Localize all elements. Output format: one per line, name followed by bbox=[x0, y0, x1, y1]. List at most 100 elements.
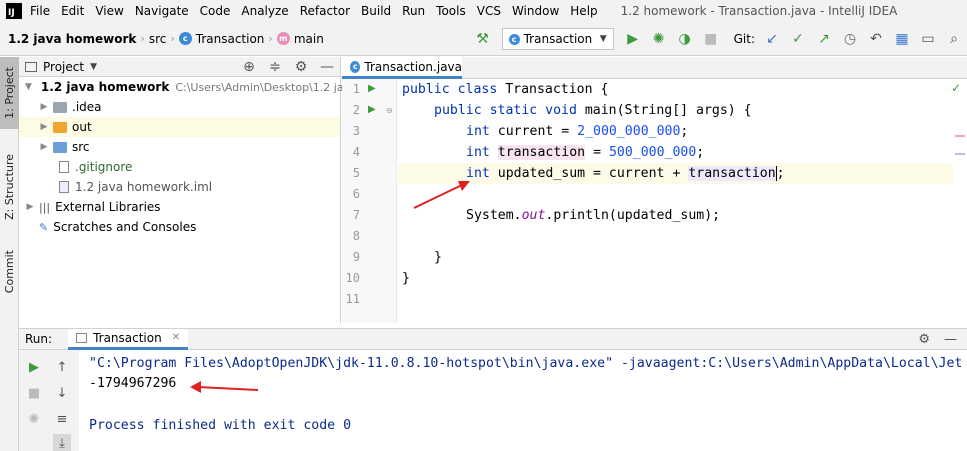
hide-icon[interactable]: — bbox=[316, 56, 338, 78]
rollback-icon[interactable]: ↶ bbox=[865, 28, 887, 50]
menu-tools[interactable]: Tools bbox=[436, 4, 466, 18]
breadcrumb-src[interactable]: src bbox=[149, 32, 167, 46]
scroll-to-end-icon[interactable]: ⤓ bbox=[53, 434, 71, 451]
tool-tab-structure[interactable]: Z: Structure bbox=[0, 147, 19, 227]
project-panel-header: Project ▼ ⊕ ≑ ⚙ — bbox=[19, 57, 340, 77]
chevron-right-icon[interactable]: ▶ bbox=[39, 122, 49, 132]
stop-icon[interactable]: ■ bbox=[700, 28, 722, 50]
project-panel-title[interactable]: Project bbox=[43, 60, 84, 74]
menu-view[interactable]: View bbox=[95, 4, 123, 18]
menu-refactor[interactable]: Refactor bbox=[300, 4, 350, 18]
collapse-all-icon[interactable]: ≑ bbox=[264, 56, 286, 78]
tool-tab-commit[interactable]: Commit bbox=[0, 242, 19, 302]
code-text: Transaction { bbox=[497, 82, 609, 97]
run-icon[interactable]: ▶ bbox=[622, 28, 644, 50]
code-line-10: } bbox=[402, 268, 410, 289]
breadcrumb-separator-icon: › bbox=[268, 32, 273, 45]
tree-item-src[interactable]: ▶ src bbox=[19, 137, 340, 157]
run-gutter-icon[interactable]: ▶ bbox=[368, 83, 376, 94]
tree-item-label: External Libraries bbox=[55, 200, 161, 214]
menu-edit[interactable]: Edit bbox=[61, 4, 84, 18]
tree-item-gitignore[interactable]: .gitignore bbox=[19, 157, 340, 177]
locate-file-icon[interactable]: ⊕ bbox=[238, 56, 260, 78]
menu-help[interactable]: Help bbox=[570, 4, 597, 18]
window-title: 1.2 homework - Transaction.java - Intell… bbox=[620, 4, 898, 18]
chevron-right-icon[interactable]: ▶ bbox=[39, 142, 49, 152]
soft-wrap-icon[interactable]: ≡ bbox=[53, 410, 71, 428]
gear-icon[interactable]: ⚙ bbox=[918, 332, 930, 347]
chevron-down-icon[interactable]: ▼ bbox=[25, 82, 32, 92]
static-field: out bbox=[521, 208, 546, 223]
tree-root[interactable]: ▼ 1.2 java homework C:\Users\Admin\Deskt… bbox=[19, 77, 357, 97]
debug-icon[interactable]: ✺ bbox=[648, 28, 670, 50]
chevron-right-icon[interactable]: ▶ bbox=[25, 202, 35, 212]
close-icon[interactable]: ✕ bbox=[172, 332, 180, 343]
run-gutter-icon[interactable]: ▶ bbox=[368, 104, 376, 115]
variable-highlight: transaction bbox=[497, 145, 586, 160]
project-structure-icon[interactable]: ▦ bbox=[891, 28, 913, 50]
code-text: .println(updated_sum); bbox=[545, 208, 721, 223]
debug-icon[interactable]: ✺ bbox=[25, 410, 43, 428]
chevron-down-icon[interactable]: ▼ bbox=[90, 62, 97, 72]
keyword: int bbox=[466, 145, 490, 160]
breadcrumb-method[interactable]: m main bbox=[276, 32, 324, 46]
tree-item-idea[interactable]: ▶ .idea bbox=[19, 97, 340, 117]
line-number: 4 bbox=[352, 145, 360, 159]
scratches-icon: ✎ bbox=[39, 220, 49, 234]
code-line-7: System.out.println(updated_sum); bbox=[466, 205, 720, 226]
hide-icon[interactable]: — bbox=[944, 332, 957, 347]
tool-tab-project[interactable]: 1: Project bbox=[0, 57, 19, 129]
run-tab-transaction[interactable]: Transaction ✕ bbox=[68, 328, 189, 350]
menu-code[interactable]: Code bbox=[200, 4, 231, 18]
class-icon: c bbox=[178, 32, 192, 45]
tree-item-iml[interactable]: 1.2 java homework.iml bbox=[19, 177, 340, 197]
tool-tab-structure-label: Z: Structure bbox=[3, 154, 16, 220]
editor-tab-transaction[interactable]: c Transaction.java bbox=[342, 57, 462, 79]
line-number: 1 bbox=[352, 82, 360, 96]
inspection-ok-icon[interactable]: ✓ bbox=[951, 81, 961, 95]
fold-icon[interactable]: ⊖ bbox=[386, 106, 393, 115]
project-icon bbox=[25, 61, 37, 72]
folder-orange-icon bbox=[53, 121, 67, 133]
scroll-up-icon[interactable]: ↑ bbox=[53, 358, 71, 376]
code-text: ; bbox=[776, 166, 785, 181]
stop-icon[interactable]: ■ bbox=[25, 384, 43, 402]
git-commit-icon[interactable]: ✓ bbox=[787, 28, 809, 50]
console-exit-line: Process finished with exit code 0 bbox=[89, 418, 352, 433]
breadcrumb-project-label: 1.2 java homework bbox=[8, 31, 137, 46]
tree-item-scratches[interactable]: ✎ Scratches and Consoles bbox=[19, 217, 340, 237]
menu-window[interactable]: Window bbox=[512, 4, 559, 18]
editor-tab-label: Transaction.java bbox=[364, 59, 462, 74]
tree-item-out[interactable]: ▶ out bbox=[19, 117, 340, 137]
tree-item-external-libraries[interactable]: ▶ ||| External Libraries bbox=[19, 197, 340, 217]
git-push-icon[interactable]: ↗ bbox=[813, 28, 835, 50]
menu-run[interactable]: Run bbox=[402, 4, 425, 18]
menu-build[interactable]: Build bbox=[361, 4, 391, 18]
run-configuration-select[interactable]: c Transaction ▼ bbox=[501, 28, 614, 50]
run-panel-label: Run: bbox=[25, 332, 53, 346]
scroll-down-icon[interactable]: ↓ bbox=[53, 384, 71, 402]
tree-root-label: 1.2 java homework bbox=[40, 80, 170, 94]
menu-analyze[interactable]: Analyze bbox=[241, 4, 288, 18]
line-number: 7 bbox=[352, 208, 360, 222]
history-icon[interactable]: ◷ bbox=[839, 28, 861, 50]
menu-vcs[interactable]: VCS bbox=[477, 4, 501, 18]
breadcrumb-class[interactable]: c Transaction bbox=[178, 32, 264, 46]
code-editor[interactable]: public class Transaction { public static… bbox=[398, 79, 967, 323]
rerun-icon[interactable]: ▶ bbox=[25, 358, 43, 376]
terminal-icon[interactable]: ▭ bbox=[917, 28, 939, 50]
build-hammer-icon[interactable]: ⚒ bbox=[472, 28, 494, 50]
menu-file[interactable]: File bbox=[30, 4, 50, 18]
gear-icon[interactable]: ⚙ bbox=[290, 56, 312, 78]
menu-navigate[interactable]: Navigate bbox=[135, 4, 189, 18]
breadcrumb-project[interactable]: 1.2 java homework bbox=[8, 32, 136, 46]
coverage-icon[interactable]: ◑ bbox=[674, 28, 696, 50]
search-icon[interactable]: ⌕ bbox=[943, 28, 965, 50]
run-console[interactable]: "C:\Program Files\AdoptOpenJDK\jdk-11.0.… bbox=[80, 350, 967, 451]
code-line-4: int transaction = 500_000_000; bbox=[466, 142, 704, 163]
git-update-icon[interactable]: ↙ bbox=[761, 28, 783, 50]
code-text: main(String[] args) { bbox=[576, 103, 752, 118]
line-number: 5 bbox=[352, 166, 360, 180]
bottom-left-stripe bbox=[0, 323, 19, 451]
chevron-right-icon[interactable]: ▶ bbox=[39, 102, 49, 112]
